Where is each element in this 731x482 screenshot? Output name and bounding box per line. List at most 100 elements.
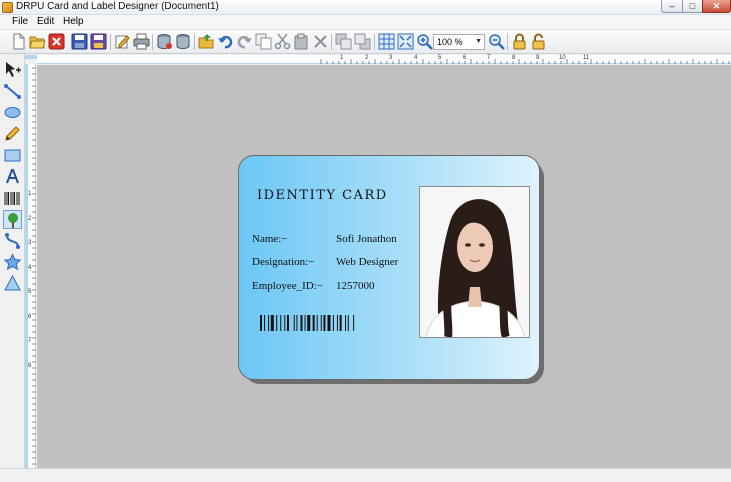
ruler-label: 2 (365, 55, 369, 61)
barcode-bar (293, 315, 295, 331)
barcode-bar (287, 315, 289, 331)
horizontal-scrollbar[interactable] (0, 468, 731, 482)
tool-palette (0, 54, 25, 468)
name-value[interactable]: Sofi Jonathon (336, 233, 397, 245)
ruler-label: 7 (28, 338, 32, 344)
menu-file[interactable]: File (12, 16, 28, 27)
edit-properties-icon[interactable] (114, 33, 131, 50)
toolbar: 100 % ▼ (0, 30, 731, 54)
zoom-level-select[interactable]: 100 % ▼ (433, 34, 485, 50)
open-folder-icon[interactable] (29, 33, 46, 50)
close-document-icon[interactable] (48, 33, 65, 50)
menu-edit[interactable]: Edit (37, 16, 54, 27)
menu-help[interactable]: Help (63, 16, 84, 27)
redo-icon[interactable] (236, 33, 253, 50)
ruler-label: 11 (583, 55, 590, 61)
paste-icon[interactable] (293, 33, 310, 50)
ruler-label: 3 (389, 55, 393, 61)
window-title: DRPU Card and Label Designer (Document1) (16, 1, 219, 12)
star-tool-icon[interactable] (3, 253, 22, 272)
ruler-label: 5 (438, 55, 442, 61)
toolbar-separator (374, 34, 375, 50)
lock-icon[interactable] (511, 33, 528, 50)
ruler-horizontal: 1 2 3 4 5 6 7 8 9 10 11 (37, 55, 731, 64)
select-pointer-icon[interactable] (3, 60, 22, 79)
ruler-label: 1 (28, 191, 32, 197)
new-document-icon[interactable] (10, 33, 27, 50)
minimize-button[interactable]: – (661, 0, 683, 13)
database-icon[interactable] (175, 33, 192, 50)
toolbar-separator (331, 34, 332, 50)
barcode-bar (264, 315, 266, 331)
title-bar: DRPU Card and Label Designer (Document1)… (0, 0, 731, 15)
ruler-horizontal-ticks (320, 59, 730, 64)
ruler-label: 5 (28, 289, 32, 295)
employee-photo[interactable] (419, 186, 530, 338)
copy-icon[interactable] (255, 33, 272, 50)
barcode-bar (307, 315, 311, 331)
employee-id-label[interactable]: Employee_ID:− (252, 280, 323, 292)
barcode-tool-icon[interactable] (3, 189, 22, 208)
zoom-out-icon[interactable] (488, 33, 505, 50)
barcode-bar (304, 315, 306, 331)
close-button[interactable]: ✕ (702, 0, 731, 13)
card-title[interactable]: IDENTITY CARD (257, 188, 388, 203)
designation-label[interactable]: Designation:− (252, 256, 314, 268)
barcode-bar (336, 315, 338, 331)
barcode-bar (316, 315, 318, 331)
chevron-down-icon[interactable]: ▼ (475, 35, 482, 49)
designation-value[interactable]: Web Designer (336, 256, 398, 268)
ruler-label: 1 (340, 55, 344, 61)
barcode-bar (353, 315, 355, 331)
zoom-level-value: 100 % (437, 37, 463, 47)
ruler-label: 7 (487, 55, 491, 61)
zoom-in-icon[interactable] (416, 33, 433, 50)
grid-icon[interactable] (378, 33, 395, 50)
id-card[interactable]: IDENTITY CARD Name:− Sofi Jonathon Desig… (238, 155, 540, 380)
barcode-bar (320, 315, 322, 331)
ellipse-tool-icon[interactable] (3, 103, 22, 122)
open-image-icon[interactable] (198, 33, 215, 50)
menu-bar: File Edit Help (0, 15, 731, 30)
rectangle-tool-icon[interactable] (3, 146, 22, 165)
employee-id-value[interactable]: 1257000 (336, 280, 375, 292)
curve-tool-icon[interactable] (3, 232, 22, 251)
barcode-bar (284, 315, 286, 331)
ruler-label: 2 (28, 216, 32, 222)
ruler-label: 9 (536, 55, 540, 61)
maximize-button[interactable]: □ (682, 0, 703, 13)
barcode-bar (345, 315, 347, 331)
delete-icon[interactable] (312, 33, 329, 50)
ruler-label: 3 (28, 240, 32, 246)
ruler-label: 8 (28, 363, 32, 369)
fit-to-window-icon[interactable] (397, 33, 414, 50)
ruler-label: 4 (28, 265, 32, 271)
line-tool-icon[interactable] (3, 82, 22, 101)
toolbar-separator (110, 34, 111, 50)
undo-icon[interactable] (217, 33, 234, 50)
triangle-tool-icon[interactable] (3, 274, 22, 293)
ruler-label: 6 (463, 55, 467, 61)
image-tool-icon[interactable] (3, 210, 22, 229)
text-tool-icon[interactable] (3, 167, 22, 186)
barcode-bar (268, 315, 270, 331)
portrait-image (420, 187, 529, 337)
bring-to-front-icon[interactable] (335, 33, 352, 50)
cut-icon[interactable] (274, 33, 291, 50)
barcode-bar (312, 315, 315, 331)
unlock-icon[interactable] (530, 33, 547, 50)
ruler-left-strip (25, 64, 28, 468)
barcode[interactable] (260, 315, 395, 331)
toolbar-separator (194, 34, 195, 50)
database-import-icon[interactable] (156, 33, 173, 50)
send-to-back-icon[interactable] (354, 33, 371, 50)
ruler-label: 4 (414, 55, 418, 61)
ruler-label: 6 (28, 314, 32, 320)
save-icon[interactable] (71, 33, 88, 50)
pencil-tool-icon[interactable] (3, 124, 22, 143)
barcode-bar (347, 315, 349, 331)
print-icon[interactable] (133, 33, 150, 50)
save-as-icon[interactable] (90, 33, 107, 50)
name-label[interactable]: Name:− (252, 233, 288, 245)
toolbar-separator (507, 34, 508, 50)
